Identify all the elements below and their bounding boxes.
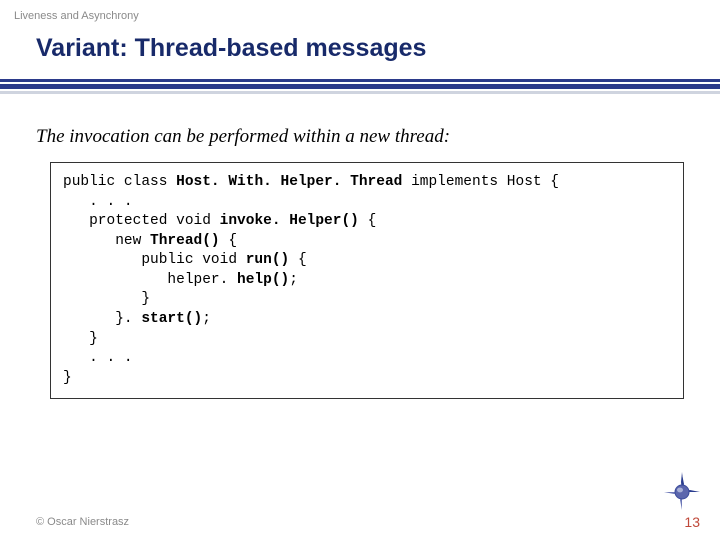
code-block: public class Host. With. Helper. Thread … bbox=[50, 162, 684, 399]
code-line: public class Host. With. Helper. Thread … bbox=[63, 174, 559, 190]
code-line: . . . bbox=[63, 194, 133, 210]
sun-icon bbox=[662, 472, 702, 512]
code-line: } bbox=[63, 370, 72, 386]
footer-copyright: © Oscar Nierstrasz bbox=[36, 516, 129, 528]
code-line: public void run() { bbox=[63, 252, 307, 268]
code-line: } bbox=[63, 291, 150, 307]
slide-title: Variant: Thread-based messages bbox=[0, 22, 720, 71]
page-number: 13 bbox=[684, 514, 700, 530]
title-rule bbox=[0, 79, 720, 94]
body-text: The invocation can be performed within a… bbox=[0, 94, 720, 148]
code-line: } bbox=[63, 331, 98, 347]
code-line: }. start(); bbox=[63, 311, 211, 327]
slide-topic: Liveness and Asynchrony bbox=[0, 0, 720, 22]
code-line: . . . bbox=[63, 350, 133, 366]
code-line: new Thread() { bbox=[63, 233, 237, 249]
code-line: protected void invoke. Helper() { bbox=[63, 213, 376, 229]
code-line: helper. help(); bbox=[63, 272, 298, 288]
